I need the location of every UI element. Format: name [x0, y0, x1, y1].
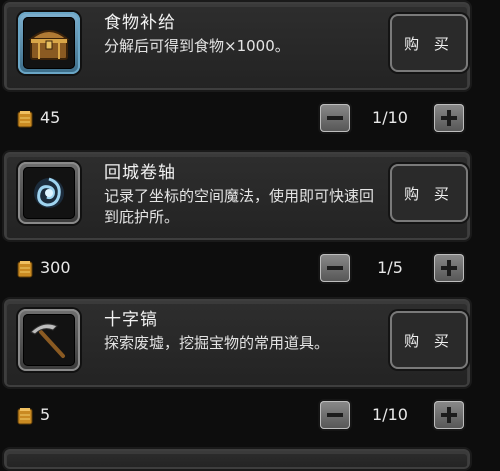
item-description: 探索废墟，挖掘宝物的常用道具。 — [104, 334, 330, 352]
item-purchase-bar: 5 1/10 — [0, 395, 500, 435]
increase-quantity-button[interactable] — [434, 254, 464, 282]
gold-coin-icon — [17, 111, 33, 128]
item-name: 食物补给 — [104, 13, 176, 33]
buy-button[interactable]: 购 买 — [390, 14, 468, 72]
item-name: 回城卷轴 — [104, 163, 176, 183]
item-quantity: 1/10 — [372, 108, 408, 127]
decrease-quantity-button[interactable] — [320, 254, 350, 282]
gold-coin-icon — [17, 261, 33, 278]
increase-quantity-button[interactable] — [434, 104, 464, 132]
shop-item-list: 食物补给 分解后可得到食物×1000。 购 买 45 1/10 回城卷轴 记录了… — [0, 0, 500, 471]
item-price: 5 — [40, 405, 51, 424]
item-description: 分解后可得到食物×1000。 — [104, 37, 290, 55]
plus-icon — [441, 260, 457, 276]
minus-icon — [327, 266, 343, 270]
decrease-quantity-button[interactable] — [320, 104, 350, 132]
item-icon-frame[interactable] — [18, 12, 80, 74]
item-card-partial — [2, 447, 472, 471]
buy-button[interactable]: 购 买 — [390, 311, 468, 369]
pickaxe-icon — [30, 323, 65, 358]
item-icon-frame[interactable] — [18, 309, 80, 371]
gold-coin-icon — [17, 408, 33, 425]
teleport-scroll-icon — [34, 177, 64, 208]
item-quantity: 1/10 — [372, 405, 408, 424]
buy-button[interactable]: 购 买 — [390, 164, 468, 222]
item-card[interactable]: 回城卷轴 记录了坐标的空间魔法，使用即可快速回到庇护所。 购 买 — [2, 150, 472, 242]
minus-icon — [327, 116, 343, 120]
item-card[interactable]: 食物补给 分解后可得到食物×1000。 购 买 — [2, 0, 472, 92]
plus-icon — [441, 407, 457, 423]
item-name: 十字镐 — [104, 310, 158, 330]
item-price: 45 — [40, 108, 61, 127]
item-purchase-bar: 300 1/5 — [0, 248, 500, 288]
decrease-quantity-button[interactable] — [320, 401, 350, 429]
treasure-chest-icon — [28, 30, 70, 60]
increase-quantity-button[interactable] — [434, 401, 464, 429]
item-icon-frame[interactable] — [18, 162, 80, 224]
item-purchase-bar: 45 1/10 — [0, 98, 500, 138]
item-card[interactable]: 十字镐 探索废墟，挖掘宝物的常用道具。 购 买 — [2, 297, 472, 389]
minus-icon — [327, 413, 343, 417]
item-quantity: 1/5 — [377, 258, 403, 277]
item-description: 记录了坐标的空间魔法，使用即可快速回到庇护所。 — [104, 187, 375, 226]
item-price: 300 — [40, 258, 71, 277]
plus-icon — [441, 110, 457, 126]
